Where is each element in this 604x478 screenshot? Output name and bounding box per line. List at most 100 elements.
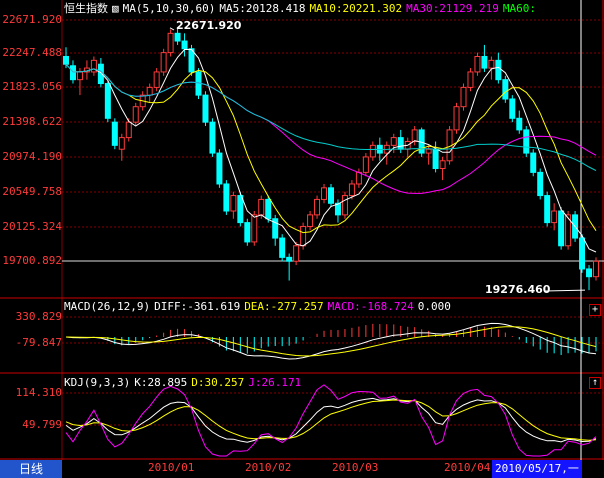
kdj-axis-label: 49.799 [22, 418, 62, 431]
kdj-expand-icon[interactable]: ↑ [589, 377, 601, 389]
candle-body [132, 106, 139, 123]
macd-zero: 0.000 [417, 300, 451, 313]
candle-body [537, 171, 544, 197]
candle-body [558, 210, 565, 247]
macd-header: MACD(26,12,9) DIFF:-361.619 DEA:-277.257 MA… [64, 300, 455, 313]
candle-body [237, 195, 244, 224]
macd-dea: DEA:-277.257 [244, 300, 324, 313]
candle-body [118, 137, 125, 150]
candle-body [244, 222, 251, 243]
chart-grid [0, 0, 604, 460]
candle-body [495, 59, 502, 81]
price-axis-label: 20125.324 [2, 220, 62, 233]
candle-body [467, 71, 474, 88]
candle-body [293, 245, 300, 262]
candle-body [202, 94, 209, 123]
candle-body [390, 137, 397, 146]
stock-chart-screen: 22671.920 22247.488 21823.056 21398.622 … [0, 0, 604, 478]
macd-expand-icon[interactable]: + [589, 304, 601, 316]
candle-body [167, 32, 174, 54]
candle-body [63, 55, 69, 65]
candle-body [439, 160, 446, 170]
candle-body [160, 52, 167, 73]
candle-body [348, 183, 355, 197]
x-axis-label: 2010/01 [148, 461, 195, 474]
candle-body [369, 144, 376, 158]
candle-body [153, 71, 160, 88]
x-axis-label: 2010/02 [245, 461, 292, 474]
ma10-line [65, 63, 597, 234]
candle-body [76, 71, 83, 81]
macd-axis-label: 330.829 [15, 310, 62, 323]
index-name: 恒生指数 [64, 2, 108, 15]
price-axis-label: 20974.190 [2, 150, 62, 163]
price-header: 恒生指数 ▧ MA(5,10,30,60) MA5:20128.418 MA10:202… [64, 2, 540, 15]
candle-body [341, 195, 348, 216]
ma-label: MA(5,10,30,60) [122, 2, 216, 15]
candle-body [300, 225, 307, 247]
x-axis-label: 2010/03 [332, 461, 379, 474]
macd-axis-label: -79.847 [15, 336, 62, 349]
candle-body [104, 83, 111, 119]
price-axis-label: 19700.892 [2, 254, 62, 267]
candle-body [579, 237, 586, 270]
low-annotation: 19276.460 [485, 283, 551, 296]
candle-body [355, 171, 362, 185]
candle-body [593, 260, 599, 278]
candle-body [286, 256, 293, 262]
candle-body [481, 55, 488, 69]
candle-body [530, 152, 537, 173]
price-axis-label: 22247.488 [2, 46, 62, 59]
period-button[interactable]: 日线 [0, 460, 62, 478]
candle-body [258, 198, 265, 216]
candle-body [216, 152, 223, 185]
kdj-axis-label: 114.310 [15, 386, 62, 399]
price-axis-label: 21398.622 [2, 115, 62, 128]
candle-body [502, 79, 509, 100]
kdj-label: KDJ(9,3,3) [64, 376, 131, 389]
macd-value: MACD:-168.724 [327, 300, 414, 313]
candle-body [474, 55, 481, 73]
candle-body [251, 214, 258, 243]
kdj-k: K:28.895 [134, 376, 188, 389]
candle-body [321, 187, 328, 200]
ma5-value: MA5:20128.418 [219, 2, 306, 15]
kdj-header: KDJ(9,3,3) K:28.895 D:30.257 J:26.171 [64, 376, 305, 389]
candle-body [509, 98, 516, 119]
candle-body [586, 268, 593, 278]
candle-body [181, 40, 188, 50]
candle-body [111, 121, 118, 146]
kdj-j-line [65, 384, 597, 457]
candle-body [69, 65, 76, 81]
price-axis-label: 21823.056 [2, 80, 62, 93]
candle-body [453, 106, 460, 131]
candle-body [362, 156, 369, 173]
candle-body [223, 183, 230, 212]
candle-body [460, 86, 467, 108]
candle-body [314, 198, 321, 216]
candle-body [397, 137, 404, 150]
price-axis-label: 22671.920 [2, 13, 62, 26]
indicator-icon[interactable]: ▧ [112, 2, 119, 15]
ma30-value: MA30:21129.219 [406, 2, 499, 15]
candle-body [328, 187, 334, 204]
candle-body [523, 129, 530, 154]
candle-body [125, 121, 132, 139]
candle-body [265, 198, 272, 220]
candle-body [209, 121, 216, 154]
candle-body [146, 86, 153, 96]
ma5-line [65, 49, 597, 253]
high-annotation: 22671.920 [176, 19, 242, 32]
candle-body [174, 32, 181, 42]
kdj-d: D:30.257 [191, 376, 245, 389]
candle-body [411, 129, 418, 142]
candle-body [230, 195, 237, 212]
cursor-date-label: 2010/05/17,一 [492, 460, 582, 478]
candle-body [432, 148, 439, 170]
macd-label: MACD(26,12,9) [64, 300, 151, 313]
candle-body [307, 214, 314, 227]
price-axis-label: 20549.758 [2, 185, 62, 198]
candle-body [279, 237, 286, 258]
low-leader [544, 289, 586, 292]
kdj-j: J:26.171 [248, 376, 302, 389]
